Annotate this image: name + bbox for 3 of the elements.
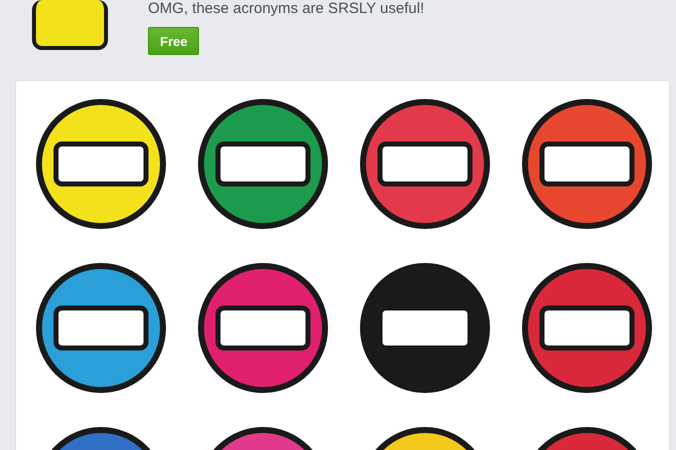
- free-button[interactable]: Free: [148, 27, 200, 55]
- app-icon: [32, 0, 108, 50]
- description-text: OMG, these acronyms are SRSLY useful!: [148, 0, 424, 18]
